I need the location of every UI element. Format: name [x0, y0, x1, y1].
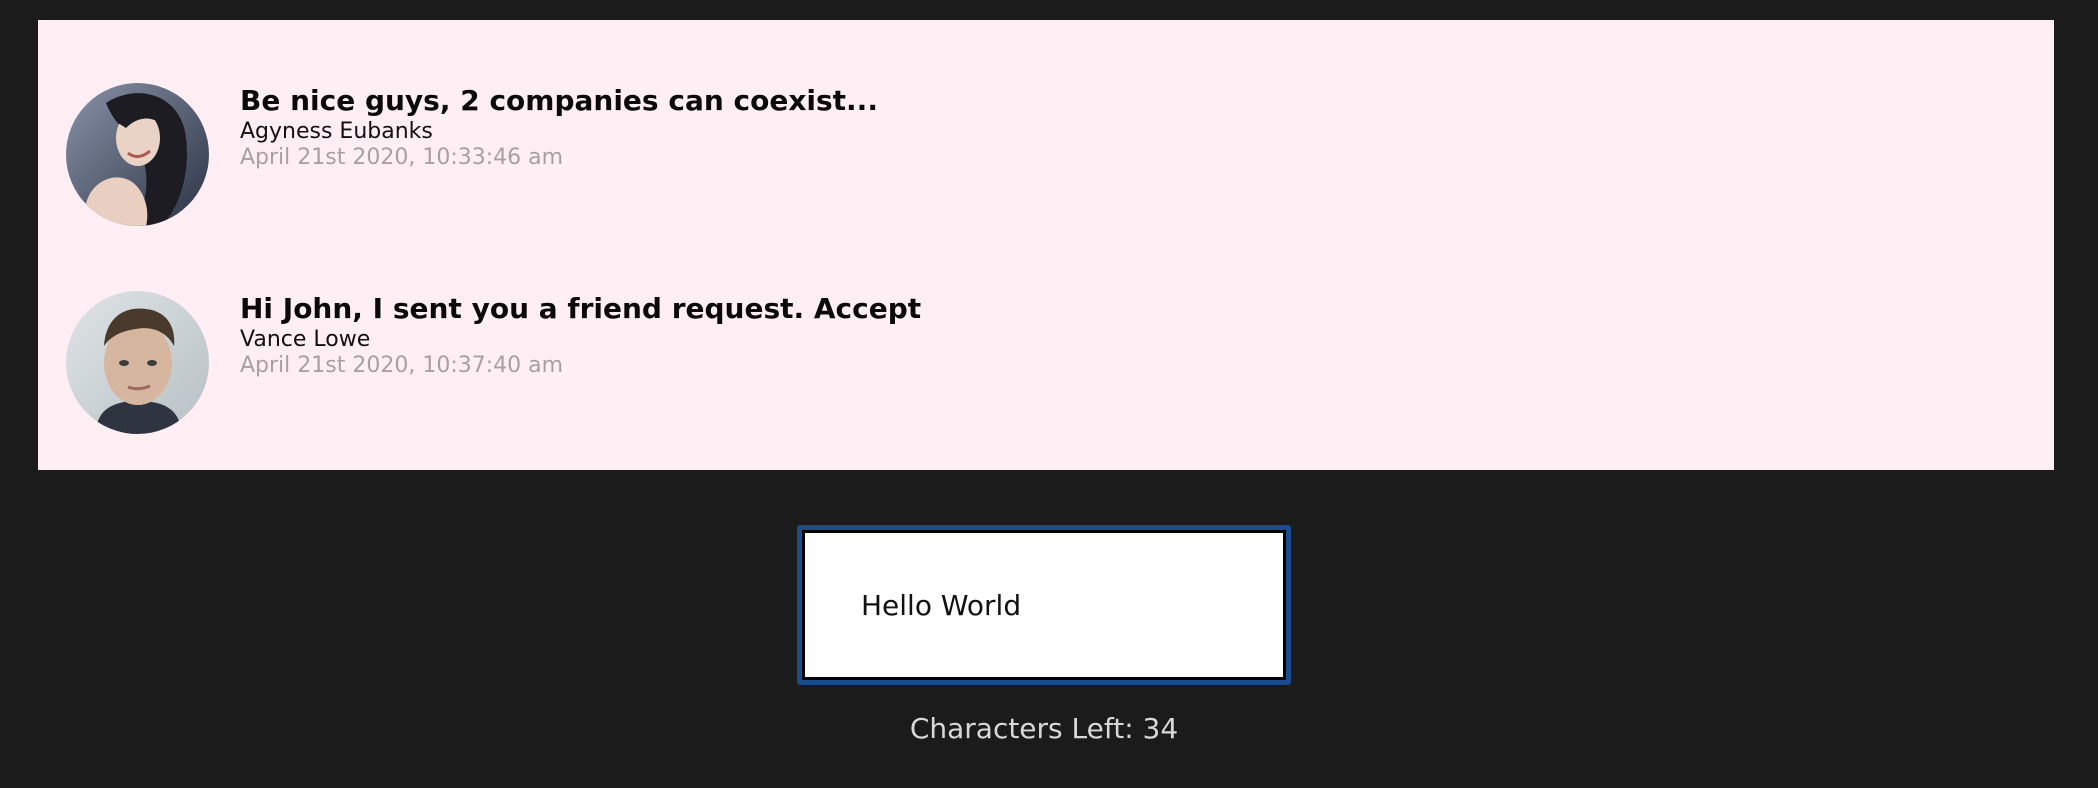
message-input-box	[802, 530, 1286, 680]
characters-left-counter: Characters Left: 34	[909, 712, 1179, 745]
avatar	[66, 291, 209, 434]
message-author: Vance Lowe	[240, 327, 371, 352]
user-avatar-photo-icon	[66, 291, 209, 434]
message-content: Hi John, I sent you a friend request. Ac…	[240, 291, 921, 379]
message-content: Be nice guys, 2 companies can coexist...…	[240, 83, 878, 171]
avatar	[66, 83, 209, 226]
message-feed: Be nice guys, 2 companies can coexist...…	[38, 20, 2054, 470]
message-title: Be nice guys, 2 companies can coexist...	[240, 84, 878, 117]
message-timestamp: April 21st 2020, 10:33:46 am	[240, 145, 564, 170]
user-avatar-photo-icon	[66, 83, 209, 226]
message-timestamp: April 21st 2020, 10:37:40 am	[240, 353, 564, 378]
list-item: Be nice guys, 2 companies can coexist...…	[66, 83, 1966, 233]
message-input-focus-ring	[797, 525, 1291, 685]
message-author: Agyness Eubanks	[240, 119, 433, 144]
list-item: Hi John, I sent you a friend request. Ac…	[66, 291, 1966, 441]
message-title: Hi John, I sent you a friend request. Ac…	[240, 292, 922, 325]
message-input[interactable]	[805, 533, 1283, 677]
